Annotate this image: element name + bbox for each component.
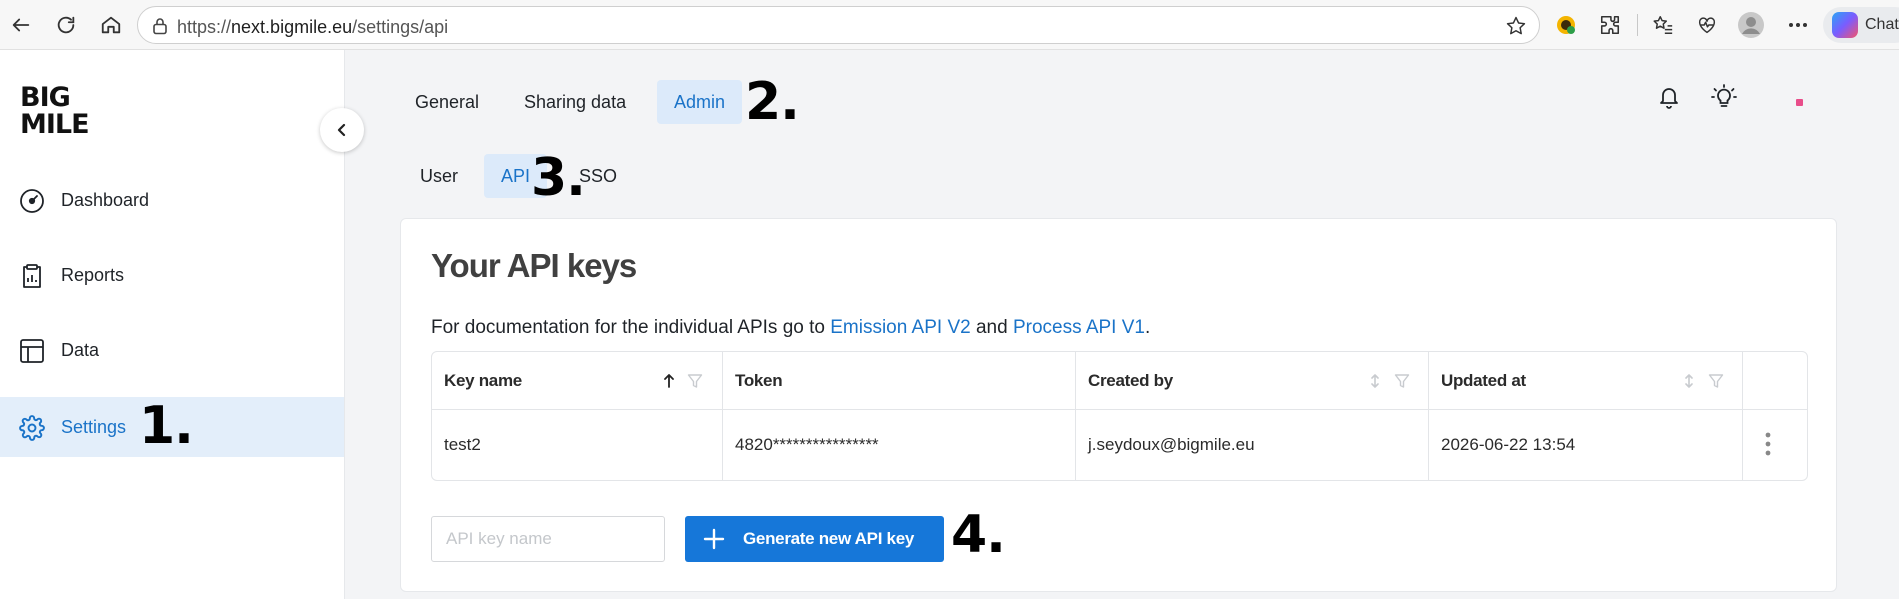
extension-icon[interactable] (1552, 11, 1580, 39)
table-cell-updated-at: 2026-06-22 13:54 (1429, 410, 1743, 480)
reload-icon[interactable] (52, 11, 80, 39)
favorites-list-icon[interactable] (1649, 11, 1677, 39)
plus-icon (703, 528, 725, 550)
clipboard-chart-icon (19, 263, 45, 289)
column-header-created-by[interactable]: Created by (1076, 352, 1429, 410)
filter-icon[interactable] (1708, 373, 1724, 389)
annotation-2: 2. (745, 72, 800, 132)
table-cell-key-name: test2 (432, 410, 723, 480)
column-header-actions (1743, 352, 1807, 410)
process-api-link[interactable]: Process API V1 (1013, 317, 1145, 338)
back-arrow-icon[interactable] (7, 11, 35, 39)
lock-icon[interactable] (152, 17, 168, 35)
app-root: BIG MILE Dashboard Reports Data Settings… (0, 50, 1899, 599)
heart-pulse-icon[interactable] (1693, 11, 1721, 39)
puzzle-icon[interactable] (1596, 11, 1624, 39)
toolbar-separator (1637, 14, 1638, 36)
sidebar-item-label: Reports (61, 265, 125, 285)
sidebar-item-dashboard[interactable]: Dashboard (0, 170, 344, 230)
api-keys-card: Your API keys For documentation for the … (400, 218, 1837, 592)
api-keys-table: Key name Token Created by Updated at tes… (431, 351, 1808, 481)
generate-api-key-button[interactable]: Generate new API key (685, 516, 944, 562)
profile-avatar-icon[interactable] (1737, 11, 1765, 39)
table-cell-created-by: j.seydoux@bigmile.eu (1076, 410, 1429, 480)
sidebar-item-label: Data (61, 340, 100, 360)
sidebar-item-label: Settings (61, 417, 127, 437)
gear-icon (19, 415, 45, 441)
annotation-1: 1. (139, 396, 194, 456)
column-header-key-name[interactable]: Key name (432, 352, 723, 410)
tab-admin[interactable]: Admin (657, 80, 743, 124)
browser-toolbar: https://next.bigmile.eu/settings/api Cha… (0, 0, 1899, 50)
tab-general[interactable]: General (398, 80, 496, 124)
documentation-text: For documentation for the individual API… (431, 317, 1151, 338)
lightbulb-icon[interactable] (1711, 84, 1737, 110)
column-header-updated-at[interactable]: Updated at (1429, 352, 1743, 410)
sort-icon[interactable] (1368, 373, 1382, 389)
user-menu-dot[interactable] (1796, 99, 1803, 106)
subtab-user[interactable]: User (403, 154, 475, 198)
sidebar-item-label: Dashboard (61, 190, 150, 210)
sidebar-item-reports[interactable]: Reports (0, 245, 344, 305)
table-cell-token: 4820**************** (723, 410, 1076, 480)
gauge-icon (19, 188, 45, 214)
emission-api-link[interactable]: Emission API V2 (830, 317, 970, 338)
copilot-icon (1832, 12, 1858, 38)
url-text[interactable]: https://next.bigmile.eu/settings/api (177, 17, 448, 38)
notification-bell-icon[interactable] (1656, 84, 1682, 110)
favorite-star-icon[interactable] (1505, 15, 1527, 37)
logo-line-1: BIG (20, 82, 71, 113)
sort-ascending-icon[interactable] (662, 373, 676, 389)
more-menu-icon[interactable] (1784, 11, 1812, 39)
table-cell-actions (1743, 410, 1807, 480)
page-title: Your API keys (431, 247, 637, 284)
sort-icon[interactable] (1682, 373, 1696, 389)
address-bar[interactable]: https://next.bigmile.eu/settings/api (137, 6, 1540, 44)
copilot-chat-button[interactable]: Chat (1823, 7, 1899, 43)
logo-line-2: MILE (20, 109, 90, 140)
tab-sharing-data[interactable]: Sharing data (507, 80, 643, 124)
row-actions-menu-icon[interactable] (1763, 428, 1773, 460)
bigmile-logo[interactable]: BIG MILE (19, 82, 90, 138)
sidebar-item-data[interactable]: Data (0, 320, 344, 380)
api-key-name-input[interactable] (431, 516, 665, 562)
collapse-sidebar-button[interactable] (320, 108, 364, 152)
filter-icon[interactable] (687, 373, 703, 389)
sidebar: BIG MILE Dashboard Reports Data Settings… (0, 50, 345, 599)
chat-label: Chat (1865, 16, 1899, 33)
table-icon (19, 338, 45, 364)
column-header-token: Token (723, 352, 1076, 410)
filter-icon[interactable] (1394, 373, 1410, 389)
annotation-4: 4. (951, 505, 1006, 565)
home-icon[interactable] (97, 11, 125, 39)
annotation-3: 3. (531, 148, 586, 208)
